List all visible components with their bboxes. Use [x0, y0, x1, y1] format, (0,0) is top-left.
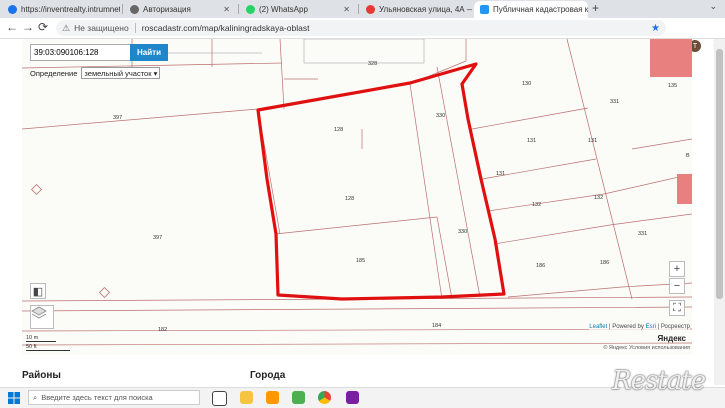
url-text: roscadastr.com/map/kaliningradskaya-obla… — [141, 23, 310, 33]
address-bar[interactable]: ⚠ Не защищено roscadastr.com/map/kalinin… — [56, 20, 666, 36]
parcel-label: 135 — [668, 83, 677, 89]
tab-title: Авторизация — [143, 5, 191, 14]
tab-cadastral-map[interactable]: Публичная кадастровая карт ✕ — [474, 1, 588, 18]
yandex-logo: Яндекс — [657, 334, 686, 343]
parcel-label: 130 — [522, 81, 531, 87]
tab-title: (2) WhatsApp — [259, 5, 308, 14]
back-arrow-icon[interactable]: ← — [6, 20, 18, 34]
map-canvas: 328 130 135 331 397 128 330 131 131 131 … — [22, 39, 692, 346]
parcel-label: 128 — [334, 127, 343, 133]
browser-toolbar: ← → ⟳ ⚠ Не защищено roscadastr.com/map/k… — [0, 18, 725, 52]
parcel-label: 330 — [436, 113, 445, 119]
building-shape — [677, 174, 692, 204]
cadastral-number-input[interactable] — [31, 47, 126, 58]
parcel-label: 182 — [158, 327, 167, 333]
parcel-label: 331 — [610, 99, 619, 105]
layers-icon[interactable] — [30, 305, 54, 329]
parcel-label: 328 — [368, 61, 377, 67]
task-view-icon[interactable] — [212, 391, 227, 406]
parcel-label: 131 — [588, 138, 597, 144]
parcel-label: 128 — [345, 196, 354, 202]
tab-intrum[interactable]: https://inventrealty.intrumnet ✕ — [2, 1, 120, 18]
whatsapp-icon — [246, 5, 255, 14]
parcel-label: 185 — [356, 258, 365, 264]
parcel-label: 132 — [594, 195, 603, 201]
scale-meters: 10 m — [26, 335, 56, 342]
parcel-label: 186 — [536, 263, 545, 269]
leaflet-link[interactable]: Leaflet — [589, 324, 607, 330]
forward-arrow-icon[interactable]: → — [22, 20, 34, 34]
restate-watermark: Restate — [612, 366, 706, 396]
reload-icon[interactable]: ⟳ — [38, 20, 48, 34]
cadastral-search: Найти — [30, 44, 168, 61]
districts-heading: Районы — [22, 370, 61, 381]
parcel-label: 184 — [432, 323, 441, 329]
star-icon[interactable]: ★ — [651, 23, 660, 34]
parcel-label: 397 — [153, 235, 162, 241]
map-copyright: © Яндекс Условия использования — [603, 345, 690, 351]
tab-whatsapp[interactable]: (2) WhatsApp ✕ — [240, 1, 356, 18]
highlighted-parcel-outline — [256, 62, 506, 301]
map-attribution: Leaflet | Powered by Esri | Росреестр — [589, 324, 690, 330]
cities-heading: Города — [250, 370, 286, 381]
search-button[interactable]: Найти — [130, 44, 168, 61]
parcel-label: 131 — [496, 171, 505, 177]
page-scrollbar[interactable] — [714, 39, 725, 385]
app-icon[interactable] — [266, 391, 279, 404]
browser-tab-bar: https://inventrealty.intrumnet ✕ Авториз… — [0, 0, 725, 18]
fullscreen-icon[interactable]: ⛶ — [669, 300, 685, 316]
tab-title: Ульяновская улица, 4А — Я — [379, 5, 472, 14]
site-favicon-icon — [130, 5, 139, 14]
tab-yandex-maps[interactable]: Ульяновская улица, 4А — Я ✕ — [360, 1, 472, 18]
search-icon: ⌕ — [33, 392, 38, 402]
parcel-label: 132 — [532, 202, 541, 208]
close-icon[interactable]: ✕ — [219, 5, 230, 14]
tab-authorization[interactable]: Авторизация ✕ — [124, 1, 236, 18]
warning-icon: ⚠ — [62, 22, 71, 33]
cadastral-icon — [480, 5, 489, 14]
detect-label: Определение — [30, 68, 78, 78]
parcel-label: 397 — [113, 115, 122, 121]
chevron-down-icon[interactable]: ⌄ — [709, 1, 717, 12]
chrome-icon[interactable] — [318, 391, 331, 404]
tab-title: https://inventrealty.intrumnet — [21, 5, 120, 14]
app-icon[interactable] — [346, 391, 359, 404]
close-icon[interactable]: ✕ — [339, 5, 350, 14]
security-status: Не защищено — [74, 23, 129, 33]
cadastral-map[interactable]: 328 130 135 331 397 128 330 131 131 131 … — [22, 39, 692, 355]
zoom-in-button[interactable]: + — [669, 261, 685, 277]
file-explorer-icon[interactable] — [240, 391, 253, 404]
new-tab-plus-icon[interactable]: + — [592, 1, 599, 15]
parcel-label: 331 — [638, 231, 647, 237]
site-favicon-icon — [8, 5, 17, 14]
building-shape — [650, 39, 692, 77]
parcel-label: 186 — [600, 260, 609, 266]
parcel-label: 131 — [527, 138, 536, 144]
parcel-label: 330 — [458, 229, 467, 235]
windows-start-icon[interactable] — [8, 392, 20, 404]
app-icon[interactable] — [292, 391, 305, 404]
zoom-out-button[interactable]: − — [669, 278, 685, 294]
scale-feet: 50 ft — [26, 344, 70, 351]
esri-link[interactable]: Esri — [646, 324, 656, 330]
detect-mode: Определение земельный участок ▾ — [30, 67, 161, 79]
select-area-icon[interactable]: ◧ — [30, 283, 46, 299]
tab-title: Публичная кадастровая карт — [493, 5, 588, 14]
parcel-label: В — [686, 153, 690, 159]
map-pin-icon — [366, 5, 375, 14]
detect-select[interactable]: земельный участок ▾ — [81, 67, 161, 79]
taskbar-search[interactable]: ⌕ Введите здесь текст для поиска — [28, 390, 200, 405]
